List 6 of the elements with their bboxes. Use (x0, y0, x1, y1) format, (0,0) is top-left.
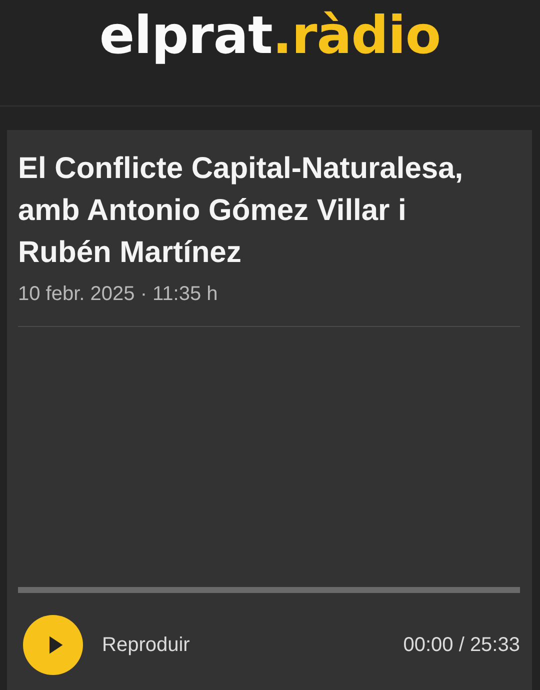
progress-track[interactable] (18, 587, 520, 593)
episode-title: El Conflicte Capital-Naturalesa, amb Antonio Gómez Villar i Rubén Martínez (18, 151, 464, 271)
logo[interactable]: elprat.ràdio (99, 10, 441, 62)
episode-date: 10 febr. 2025 · 11:35 h (18, 283, 520, 327)
time-display: 00:00 / 25:33 (403, 634, 520, 656)
play-label: Reproduir (102, 634, 191, 656)
